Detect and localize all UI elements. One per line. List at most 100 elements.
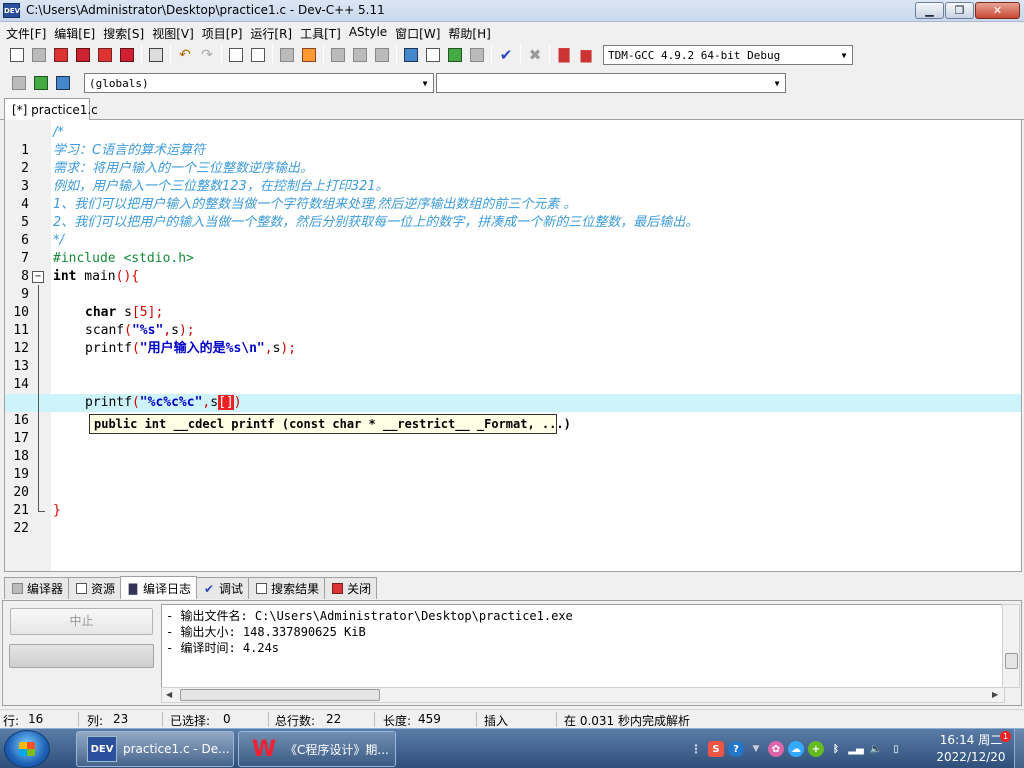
undo-button[interactable]: ↶: [174, 44, 196, 66]
log-line: - 输出文件名: C:\Users\Administrator\Desktop\…: [166, 609, 573, 623]
unindent-button[interactable]: [327, 44, 349, 66]
code-line: 14: [5, 358, 1021, 392]
restore-button[interactable]: ❐: [945, 2, 974, 19]
settings-gear-icon[interactable]: ✿: [768, 741, 784, 757]
taskbar-app-devcpp[interactable]: DEV practice1.c - De...: [76, 731, 234, 767]
status-row-label: 行:: [3, 714, 20, 728]
scroll-right-icon[interactable]: ▶: [992, 690, 998, 699]
sogou-ime-icon[interactable]: S: [708, 741, 724, 757]
compile-log-output[interactable]: - 输出文件名: C:\Users\Administrator\Desktop\…: [161, 604, 1005, 688]
code-line: 3 需求：将用户输入的一个三位整数逆序输出。: [5, 160, 1021, 194]
minimize-button[interactable]: ▁: [915, 2, 944, 19]
code-editor[interactable]: 1 /* 2 学习：C语言的算术运算符 3 需求：将用户输入的一个三位整数逆序输…: [4, 120, 1022, 572]
menu-file[interactable]: 文件[F]: [2, 22, 50, 42]
bottom-tabs: 编译器 资源 ▇ 编译日志 ✔ 调试 搜索结果 关闭: [0, 576, 1024, 600]
close-all-button[interactable]: [116, 44, 138, 66]
tab-compiler[interactable]: 编译器: [4, 577, 70, 599]
tray-arrow-icon[interactable]: ▼: [748, 741, 764, 757]
status-col-value: 23: [113, 712, 129, 726]
start-button[interactable]: [4, 730, 50, 768]
power-icon[interactable]: ▯: [888, 741, 904, 757]
tab-resources[interactable]: 资源: [68, 577, 122, 599]
replace-button[interactable]: [247, 44, 269, 66]
compile-button[interactable]: [400, 44, 422, 66]
symbol-text: ,: [163, 323, 172, 338]
code-line: 12 scanf("%s",s);: [5, 322, 1021, 356]
run-button[interactable]: [422, 44, 444, 66]
log-horizontal-scrollbar[interactable]: ◀ ▶: [161, 687, 1005, 703]
scroll-thumb[interactable]: [180, 689, 380, 701]
menu-help[interactable]: 帮助[H]: [444, 22, 494, 42]
bluetooth-icon[interactable]: ᛒ: [828, 741, 844, 757]
tab-compile-log[interactable]: ▇ 编译日志: [120, 576, 198, 599]
stop-button[interactable]: 中止: [10, 608, 153, 635]
print-button[interactable]: [145, 44, 167, 66]
insert-button[interactable]: [8, 72, 30, 94]
rebuild-all-button[interactable]: [466, 44, 488, 66]
close-window-button[interactable]: ✕: [975, 2, 1020, 19]
wps-icon: W: [251, 736, 277, 762]
toolbar-separator: [520, 45, 521, 65]
help-icon[interactable]: ?: [728, 741, 744, 757]
menu-search[interactable]: 搜索[S]: [99, 22, 148, 42]
profile-button[interactable]: ▇: [553, 44, 575, 66]
symbol-text: (: [124, 323, 132, 338]
goto-line-button[interactable]: [276, 44, 298, 66]
code-line: 7 */: [5, 232, 1021, 266]
delete-profile-button[interactable]: ▆: [575, 44, 597, 66]
menu-edit[interactable]: 编辑[E]: [50, 22, 99, 42]
compile-log-panel: 中止 - 输出文件名: C:\Users\Administrator\Deskt…: [2, 600, 1022, 706]
tab-close[interactable]: 关闭: [324, 577, 378, 599]
variable-text: s: [116, 305, 132, 320]
menu-tools[interactable]: 工具[T]: [296, 22, 345, 42]
goto-declaration-button[interactable]: [30, 72, 52, 94]
scroll-left-icon[interactable]: ◀: [166, 690, 172, 699]
compiler-select[interactable]: TDM-GCC 4.9.2 64-bit Debug ▼: [603, 45, 853, 65]
volume-icon[interactable]: 🔈: [868, 741, 884, 757]
scope-select[interactable]: (globals) ▼: [84, 73, 434, 93]
tab-debug[interactable]: ✔ 调试: [196, 577, 250, 599]
show-desktop-button[interactable]: [1014, 729, 1024, 768]
find-button[interactable]: [225, 44, 247, 66]
goto-line-icon: [280, 48, 294, 62]
toolbar-separator: [272, 45, 273, 65]
stop-execution-button[interactable]: ✖: [524, 44, 546, 66]
symbol-text: (: [131, 341, 140, 356]
network-signal-icon[interactable]: ▂▄: [848, 741, 864, 757]
comment-text: 学习：C语言的算术运算符: [53, 143, 206, 158]
close-file-button[interactable]: [94, 44, 116, 66]
taskbar-app-wps[interactable]: W 《C程序设计》期...: [238, 731, 396, 767]
indent-button[interactable]: [349, 44, 371, 66]
scroll-thumb[interactable]: [1005, 653, 1018, 669]
toggle-button[interactable]: [52, 72, 74, 94]
code-line: 6 2、我们可以把用户的输入当做一个整数，然后分别获取每一位上的数字，拼凑成一个…: [5, 214, 1021, 248]
save-all-button[interactable]: [72, 44, 94, 66]
syntax-check-button[interactable]: ✔: [495, 44, 517, 66]
replace-icon: [251, 48, 265, 62]
insert-icon: [12, 76, 26, 90]
cloud-icon[interactable]: ☁: [788, 741, 804, 757]
symbol-text: ): [233, 395, 242, 410]
new-file-button[interactable]: [6, 44, 28, 66]
save-button[interactable]: [50, 44, 72, 66]
security-icon[interactable]: +: [808, 741, 824, 757]
taskbar-clock[interactable]: 16:14 周二 2022/12/20: [934, 732, 1008, 766]
member-select[interactable]: ▼: [436, 73, 786, 93]
keyword-int: int: [53, 269, 77, 284]
menu-window[interactable]: 窗口[W]: [391, 22, 444, 42]
menu-project[interactable]: 项目[P]: [198, 22, 247, 42]
redo-button[interactable]: ↷: [196, 44, 218, 66]
log-vertical-scrollbar[interactable]: [1002, 604, 1020, 688]
menu-view[interactable]: 视图[V]: [148, 22, 198, 42]
compile-run-button[interactable]: [444, 44, 466, 66]
toggle-bookmark-button[interactable]: [298, 44, 320, 66]
fold-collapse-icon[interactable]: −: [32, 271, 44, 283]
menu-astyle[interactable]: AStyle: [345, 22, 391, 42]
tab-search-results[interactable]: 搜索结果: [248, 577, 326, 599]
menu-run[interactable]: 运行[R]: [246, 22, 296, 42]
open-file-button[interactable]: [28, 44, 50, 66]
tab-practice1[interactable]: [*] practice1.c: [4, 98, 98, 120]
status-divider: [162, 712, 163, 727]
comment-button[interactable]: [371, 44, 393, 66]
tray-expand-icon[interactable]: ⋮: [688, 741, 704, 757]
